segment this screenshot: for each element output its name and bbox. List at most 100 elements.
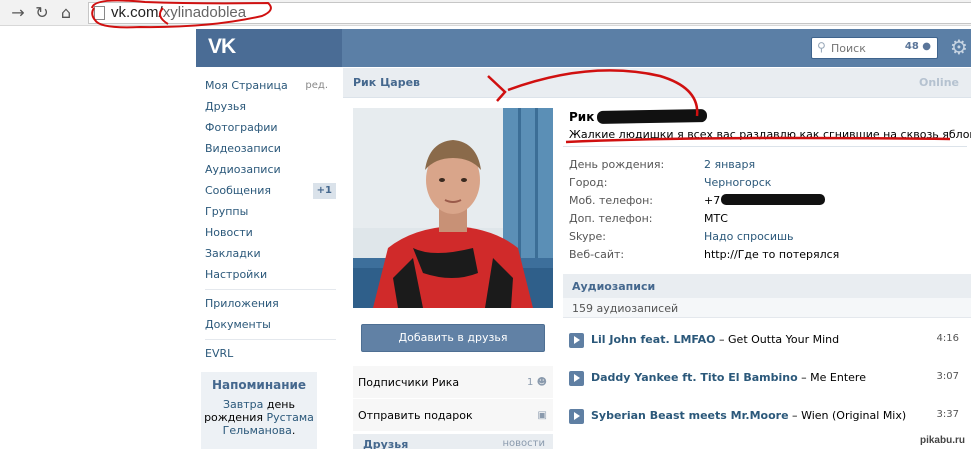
- info-key: Моб. телефон:: [569, 194, 654, 207]
- menu-divider: [205, 289, 336, 290]
- sidebar-item-label: Закладки: [205, 247, 261, 260]
- profile-name: Рик: [569, 110, 595, 124]
- url-path: xylinadoblea: [162, 4, 247, 21]
- left-menu: Моя Страница ред. Друзья Фотографии Видео…: [196, 76, 340, 365]
- play-icon[interactable]: [569, 333, 584, 348]
- messages-badge: +1: [312, 183, 336, 199]
- audio-section-header[interactable]: Аудиозаписи: [563, 274, 971, 298]
- info-value: МТС: [704, 212, 728, 225]
- search-input[interactable]: [831, 40, 903, 56]
- track-duration: 3:37: [936, 409, 959, 420]
- track-title[interactable]: Daddy Yankee ft. Tito El Bambino – Me En…: [591, 371, 866, 384]
- page-icon: [94, 6, 105, 20]
- gift-icon: ▣: [537, 410, 547, 421]
- sidebar-item-audio[interactable]: Аудиозаписи: [196, 160, 340, 181]
- track-artist: Daddy Yankee ft. Tito El Bambino: [591, 371, 798, 384]
- send-gift-link[interactable]: Отправить подарок ▣: [353, 398, 553, 431]
- sidebar-item-label: Новости: [205, 226, 253, 239]
- sidebar-item-messages[interactable]: Сообщения +1: [196, 181, 340, 202]
- info-row-city: Город: Черногорск: [569, 176, 969, 193]
- track-song: Wien (Original Mix): [801, 409, 907, 422]
- online-count-value: 48: [904, 41, 919, 52]
- audio-count-bar[interactable]: 159 аудиозаписей: [563, 298, 971, 318]
- status-divider: [563, 146, 967, 147]
- track-dash: –: [715, 333, 729, 346]
- audio-track: Daddy Yankee ft. Tito El Bambino – Me En…: [569, 370, 959, 390]
- info-value: http://Где то потерялся: [704, 248, 840, 261]
- info-value-link[interactable]: 2 января: [704, 158, 755, 171]
- info-key: Доп. телефон:: [569, 212, 653, 225]
- info-value-link[interactable]: Надо спросишь: [704, 230, 794, 243]
- menu-divider: [205, 339, 336, 340]
- phone-prefix: +7: [704, 194, 721, 207]
- followers-count-value: 1: [527, 377, 534, 388]
- online-friends-count: 48 ●: [904, 41, 931, 52]
- sidebar-item-my-page[interactable]: Моя Страница ред.: [196, 76, 340, 97]
- sidebar-item-apps[interactable]: Приложения: [196, 294, 340, 315]
- info-key: День рождения:: [569, 158, 665, 171]
- reload-icon[interactable]: ↻: [32, 3, 52, 23]
- track-duration: 3:07: [936, 371, 959, 382]
- audio-track: Lil John feat. LMFAO – Get Outta Your Mi…: [569, 332, 959, 352]
- edit-link[interactable]: ред.: [305, 76, 328, 95]
- track-song: Me Entere: [810, 371, 866, 384]
- online-status: Online: [918, 76, 959, 89]
- sidebar-item-evrl[interactable]: EVRL: [196, 344, 340, 365]
- friends-section-header[interactable]: Друзья новости: [353, 434, 553, 449]
- play-icon[interactable]: [569, 371, 584, 386]
- page-title: Рик Царев: [353, 76, 420, 89]
- add-friend-button[interactable]: Добавить в друзья: [361, 324, 545, 352]
- sidebar-item-news[interactable]: Новости: [196, 223, 340, 244]
- track-title[interactable]: Syberian Beast meets Mr.Moore – Wien (Or…: [591, 409, 906, 422]
- info-row-extra-phone: Доп. телефон: МТС: [569, 212, 969, 229]
- profile-status[interactable]: Жалкие людишки я всех вас раздавлю как с…: [569, 128, 971, 141]
- reminder-end: .: [291, 424, 296, 437]
- profile-title-bar: Рик Царев Online: [343, 68, 971, 98]
- info-row-birthday: День рождения: 2 января: [569, 158, 969, 175]
- sidebar-item-documents[interactable]: Документы: [196, 315, 340, 336]
- profile-photo[interactable]: [353, 108, 553, 308]
- gear-icon[interactable]: ⚙: [950, 35, 968, 59]
- followers-link[interactable]: Подписчики Рика 1 ☻: [353, 365, 553, 398]
- profile-actions: Подписчики Рика 1 ☻ Отправить подарок ▣: [353, 365, 553, 431]
- redaction-scribble: [596, 109, 708, 124]
- friends-news-link[interactable]: новости: [503, 438, 546, 449]
- sidebar-item-groups[interactable]: Группы: [196, 202, 340, 223]
- site-header: VK ⚲ 48 ● ⚙: [196, 29, 971, 67]
- watermark: pikabu.ru: [919, 435, 965, 446]
- sidebar-item-videos[interactable]: Видеозаписи: [196, 139, 340, 160]
- reminder-box: Напоминание Завтра день рождения Рустама…: [201, 372, 317, 449]
- track-dash: –: [788, 409, 802, 422]
- logo-area: VK: [196, 29, 342, 67]
- reminder-date-link[interactable]: Завтра: [223, 398, 263, 411]
- track-title[interactable]: Lil John feat. LMFAO – Get Outta Your Mi…: [591, 333, 839, 346]
- info-row-mobile: Моб. телефон: +7: [569, 194, 969, 211]
- search-box[interactable]: ⚲ 48 ●: [811, 37, 938, 59]
- friends-title: Друзья: [363, 438, 409, 449]
- forward-icon[interactable]: →: [8, 3, 28, 23]
- audio-count: 159 аудиозаписей: [572, 302, 679, 315]
- track-dash: –: [797, 371, 811, 384]
- info-value-link[interactable]: Черногорск: [704, 176, 771, 189]
- track-song: Get Outta Your Mind: [728, 333, 840, 346]
- track-artist: Syberian Beast meets Mr.Moore: [591, 409, 789, 422]
- play-icon[interactable]: [569, 409, 584, 424]
- sidebar-item-label: Документы: [205, 318, 271, 331]
- track-artist: Lil John feat. LMFAO: [591, 333, 716, 346]
- sidebar-item-label: Настройки: [205, 268, 268, 281]
- info-value-phone: +7: [704, 194, 826, 207]
- sidebar-item-label: Сообщения: [205, 184, 272, 197]
- sidebar-item-friends[interactable]: Друзья: [196, 97, 340, 118]
- info-row-website: Веб-сайт: http://Где то потерялся: [569, 248, 969, 265]
- sidebar-item-settings[interactable]: Настройки: [196, 265, 340, 286]
- home-icon[interactable]: ⌂: [56, 3, 76, 23]
- vk-logo[interactable]: VK: [208, 34, 246, 60]
- browser-toolbar: → ↻ ⌂ vk.com/xylinadoblea: [0, 0, 971, 26]
- sidebar-item-photos[interactable]: Фотографии: [196, 118, 340, 139]
- profile-photo-image: [353, 108, 553, 308]
- sidebar-item-label: Группы: [205, 205, 249, 218]
- audio-title: Аудиозаписи: [572, 280, 656, 293]
- address-bar[interactable]: vk.com/xylinadoblea: [88, 2, 971, 24]
- sidebar-item-bookmarks[interactable]: Закладки: [196, 244, 340, 265]
- info-key: Веб-сайт:: [569, 248, 625, 261]
